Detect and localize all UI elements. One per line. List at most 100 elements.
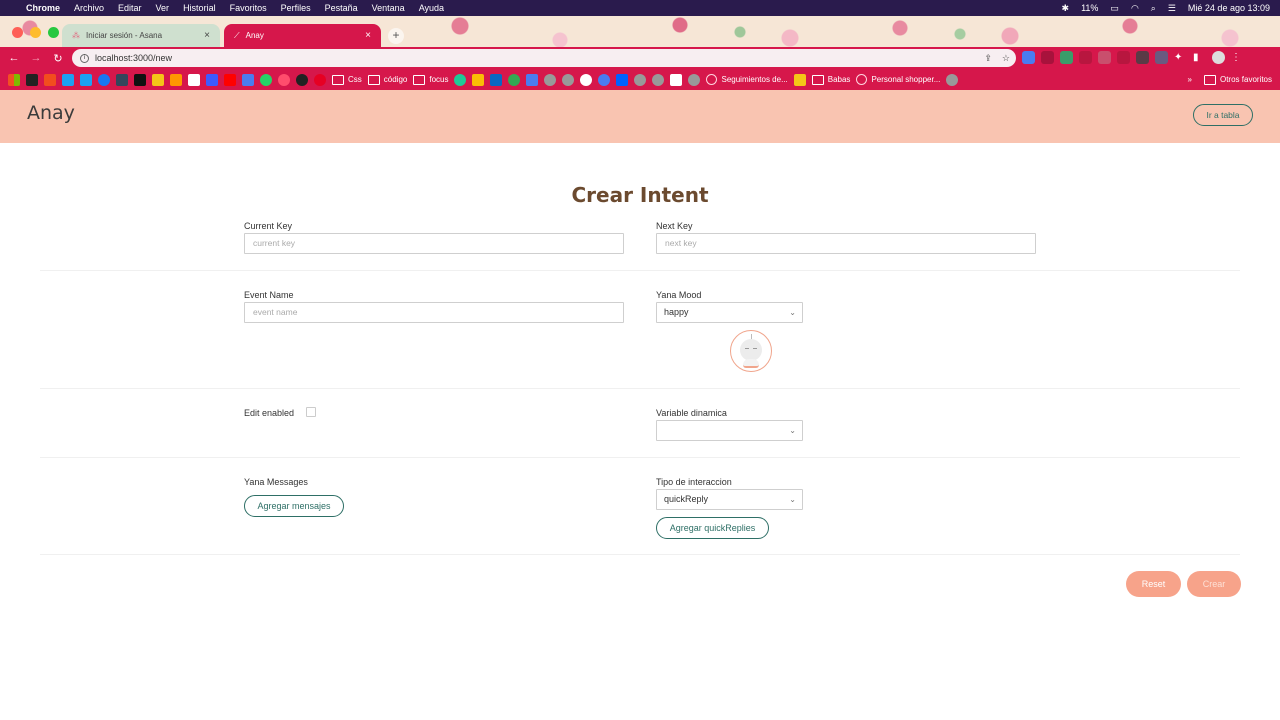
puzzle-icon[interactable]: ✦ [1174, 51, 1187, 64]
flickr-icon[interactable] [134, 73, 146, 86]
close-tab-icon[interactable]: × [204, 30, 210, 41]
forward-icon[interactable]: → [25, 52, 47, 64]
figma-icon[interactable] [44, 73, 56, 86]
bookmark-folder-otros[interactable]: Otros favoritos [1204, 75, 1272, 85]
menu-editar[interactable]: Editar [118, 3, 142, 13]
bookmark-icon[interactable] [526, 73, 539, 86]
github-icon[interactable] [296, 73, 308, 86]
youtube-icon[interactable] [224, 73, 236, 86]
address-bar[interactable]: i localhost:3000/new ⇪ ☆ [72, 49, 1016, 67]
menu-favoritos[interactable]: Favoritos [230, 3, 267, 13]
extension-icon[interactable] [1041, 51, 1054, 64]
bookmark-star-icon[interactable]: ☆ [1002, 53, 1010, 64]
bookmark-folder-babas[interactable]: Babas [812, 75, 851, 85]
control-center-icon[interactable]: ☰ [1168, 3, 1176, 14]
menu-ayuda[interactable]: Ayuda [419, 3, 444, 13]
menu-ventana[interactable]: Ventana [372, 3, 405, 13]
close-window-icon[interactable] [12, 27, 23, 38]
menu-perfiles[interactable]: Perfiles [281, 3, 311, 13]
current-key-input[interactable]: current key [244, 233, 624, 254]
browser-toolbar: ← → ↻ i localhost:3000/new ⇪ ☆ ✦ ▮ ⋮ [0, 47, 1280, 69]
adblock-icon[interactable] [1079, 51, 1092, 64]
translate-extension-icon[interactable] [1022, 51, 1035, 64]
info-icon[interactable]: i [80, 53, 89, 63]
back-icon[interactable]: ← [3, 52, 25, 64]
tumblr-icon[interactable] [116, 73, 128, 86]
extension-icon[interactable] [1098, 51, 1111, 64]
bookmarks-more-button[interactable]: » [1188, 75, 1192, 84]
blogger-icon[interactable] [170, 73, 182, 86]
bluetooth-icon[interactable]: ✱ [1062, 3, 1070, 14]
menu-archivo[interactable]: Archivo [74, 3, 104, 13]
battery-icon[interactable]: ▭ [1110, 3, 1119, 14]
bookmark-icon[interactable] [454, 73, 467, 86]
menu-ver[interactable]: Ver [156, 3, 170, 13]
bookmark-folder-css[interactable]: Css [332, 75, 362, 85]
bookmark-icon[interactable] [793, 73, 806, 86]
search-icon[interactable]: ⌕ [1151, 3, 1156, 14]
event-name-input[interactable]: event name [244, 302, 624, 323]
zoom-window-icon[interactable] [48, 27, 59, 38]
clock[interactable]: Mié 24 de ago 13:09 [1188, 3, 1270, 13]
minimize-window-icon[interactable] [30, 27, 41, 38]
google-icon[interactable] [580, 73, 593, 86]
bookmark-icon[interactable] [598, 73, 611, 86]
bookmark-icon[interactable] [242, 73, 254, 86]
app-brand[interactable]: Anay [27, 102, 75, 124]
close-tab-icon[interactable]: × [365, 30, 371, 41]
menu-historial[interactable]: Historial [183, 3, 216, 13]
edit-enabled-checkbox[interactable] [306, 407, 316, 417]
tab-asana[interactable]: ⁂ Iniciar sesión - Asana × [62, 24, 220, 47]
facebook-icon[interactable] [98, 73, 110, 86]
sidepanel-icon[interactable]: ▮ [1193, 51, 1206, 64]
bookmark-personal-shopper[interactable]: Personal shopper... [856, 74, 940, 85]
extension-icon[interactable] [1060, 51, 1073, 64]
extension-icon[interactable] [1117, 51, 1130, 64]
linkedin-icon[interactable] [490, 73, 503, 86]
tipo-interaccion-label: Tipo de interaccion [656, 477, 732, 487]
globe-icon[interactable] [634, 73, 647, 86]
profile-avatar[interactable] [1212, 51, 1225, 64]
bookmark-icon[interactable] [26, 73, 38, 86]
extension-icon[interactable] [1155, 51, 1168, 64]
maps-icon[interactable] [508, 73, 521, 86]
go-to-table-button[interactable]: Ir a tabla [1193, 104, 1253, 126]
bookmark-seguimientos[interactable]: Seguimientos de... [706, 74, 787, 85]
apps-icon[interactable] [8, 73, 20, 86]
globe-icon[interactable] [688, 73, 701, 86]
bookmark-icon[interactable] [188, 73, 200, 86]
app-menu[interactable]: Chrome [26, 3, 60, 13]
pinterest-icon[interactable] [314, 73, 326, 86]
menu-pestana[interactable]: Pestaña [325, 3, 358, 13]
add-messages-button[interactable]: Agregar mensajes [244, 495, 344, 517]
bookmark-folder-focus[interactable]: focus [413, 75, 448, 85]
globe-icon[interactable] [562, 73, 575, 86]
variable-dinamica-select[interactable]: ⌄ [656, 420, 803, 441]
globe-icon[interactable] [544, 73, 557, 86]
reset-button[interactable]: Reset [1126, 571, 1181, 597]
bookmark-folder-codigo[interactable]: código [368, 75, 408, 85]
reload-icon[interactable]: ↻ [47, 52, 69, 65]
globe-icon[interactable] [946, 73, 959, 86]
add-quickreplies-button[interactable]: Agregar quickReplies [656, 517, 769, 539]
tab-anay[interactable]: ⟋ Anay × [224, 24, 381, 47]
twitter-icon[interactable] [80, 73, 92, 86]
next-key-input[interactable]: next key [656, 233, 1036, 254]
extension-icon[interactable] [1136, 51, 1149, 64]
bookmark-icon[interactable] [670, 73, 683, 86]
tipo-interaccion-select[interactable]: quickReply ⌄ [656, 489, 803, 510]
wifi-icon[interactable]: ◠ [1131, 3, 1139, 14]
create-button[interactable]: Crear [1187, 571, 1241, 597]
twitter-icon[interactable] [62, 73, 74, 86]
new-tab-button[interactable]: + [388, 28, 404, 44]
whatsapp-icon[interactable] [260, 73, 272, 86]
bookmark-icon[interactable] [152, 73, 164, 86]
share-icon[interactable]: ⇪ [984, 53, 992, 64]
yana-mood-select[interactable]: happy ⌄ [656, 302, 803, 323]
heart-icon[interactable] [278, 73, 290, 86]
bookmark-icon[interactable] [206, 73, 218, 86]
drive-icon[interactable] [472, 73, 485, 86]
globe-icon[interactable] [652, 73, 665, 86]
more-menu-icon[interactable]: ⋮ [1231, 51, 1244, 64]
dropbox-icon[interactable] [616, 73, 629, 86]
